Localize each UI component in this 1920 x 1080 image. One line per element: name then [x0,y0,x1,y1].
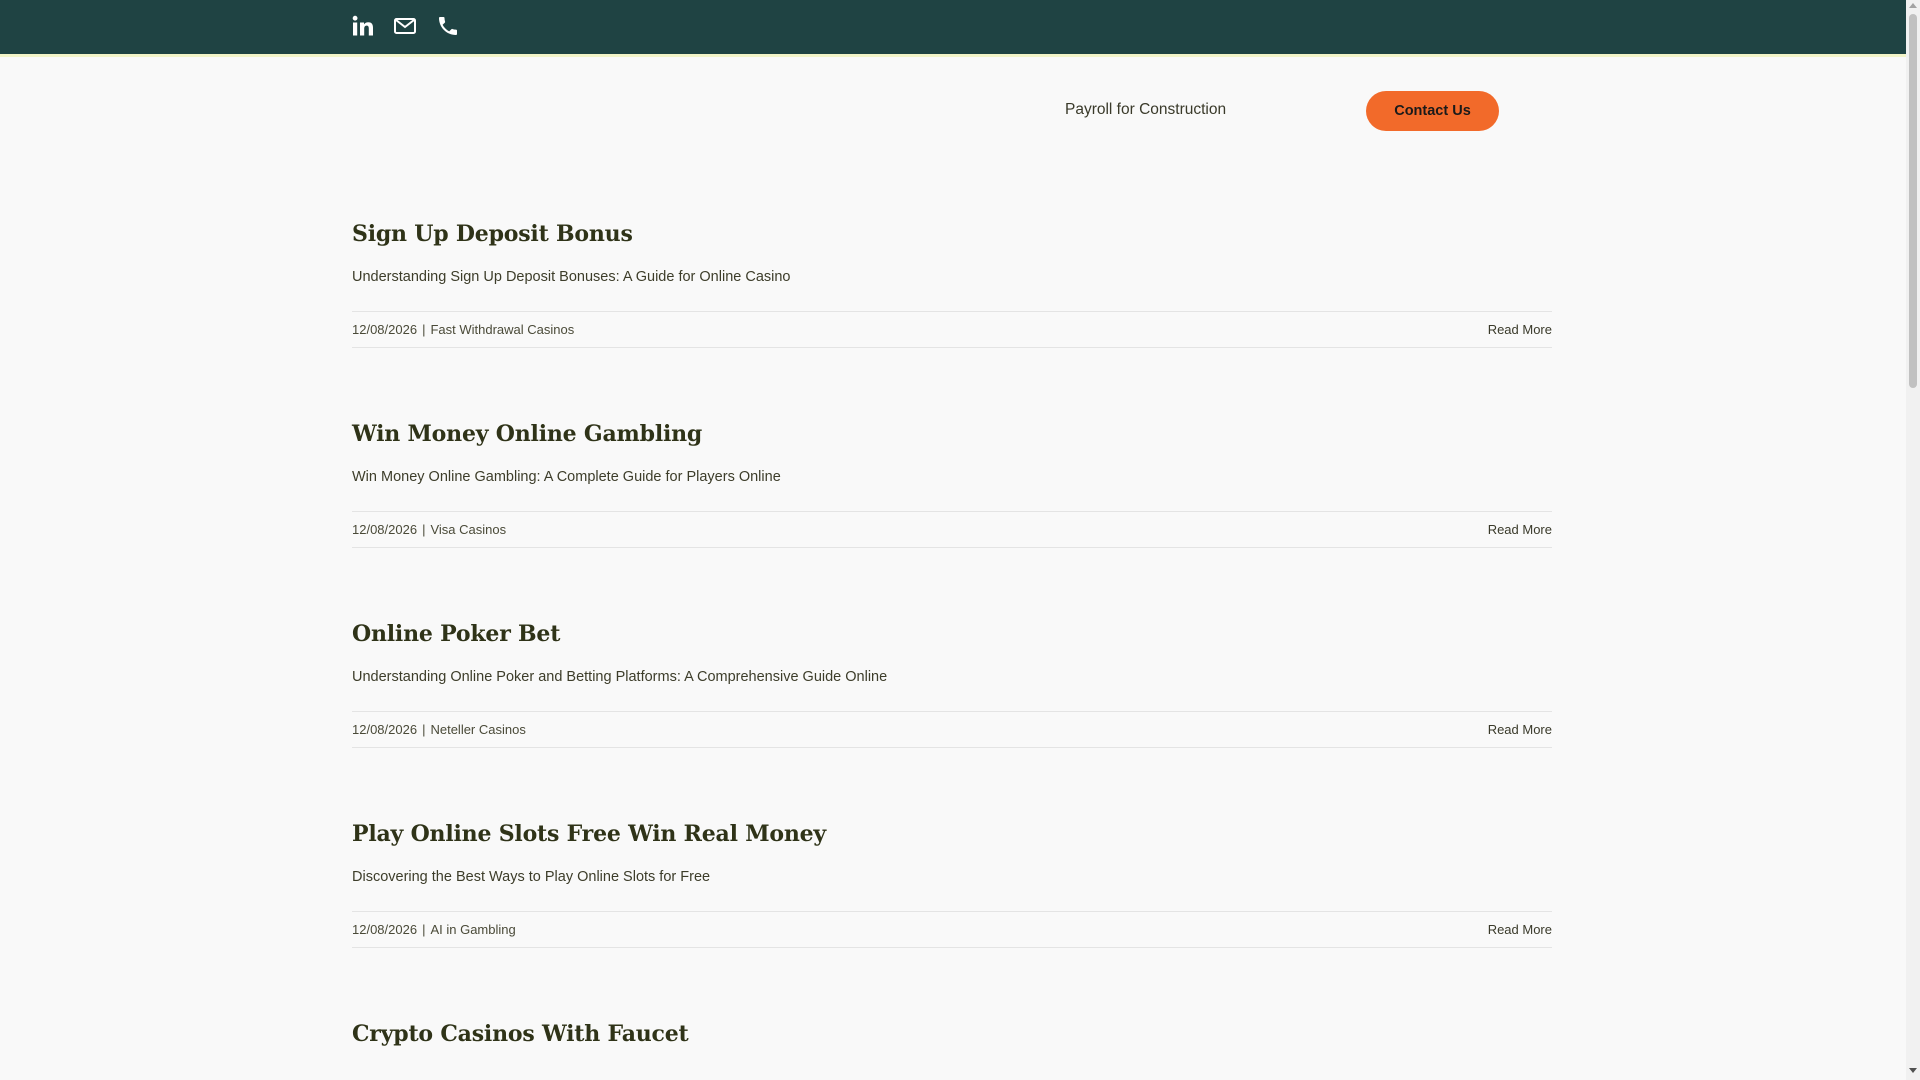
post-date: 12/08/2026 [352,322,418,337]
scroll-down-arrow-icon[interactable] [1909,1068,1917,1073]
meta-separator: | [422,722,426,737]
page-scrollbar[interactable] [1906,0,1920,1080]
phone-icon[interactable] [436,14,460,38]
post-excerpt: Discovering the Best Ways to Play Online… [352,869,711,885]
post-date: 12/08/2026 [352,522,418,537]
read-more-link[interactable]: Read More [1488,312,1552,347]
linkedin-icon[interactable] [351,14,375,38]
post-title[interactable]: Online Poker Bet [352,619,1552,649]
post-category-link[interactable]: Visa Casinos [430,522,506,537]
post-meta: 12/08/2026 | Fast Withdrawal Casinos Read … [352,311,1552,348]
read-more-link[interactable]: Read More [1488,712,1552,747]
post-meta: 12/08/2026 | Visa Casinos Read More [352,511,1552,548]
post-item: Play Online Slots Free Win Real Money Di… [352,819,1552,948]
post-item: Sign Up Deposit Bonus Understanding Sign… [352,219,1552,348]
scroll-up-arrow-icon[interactable] [1909,3,1917,8]
meta-separator: | [422,522,426,537]
post-title[interactable]: Play Online Slots Free Win Real Money [352,819,1552,849]
post-category-link[interactable]: Neteller Casinos [430,722,525,737]
post-date: 12/08/2026 [352,722,418,737]
post-item: Win Money Online Gambling Win Money Onli… [352,419,1552,548]
meta-separator: | [422,322,426,337]
post-excerpt: Understanding Sign Up Deposit Bonuses: A… [352,269,791,285]
mail-icon[interactable] [393,14,417,38]
post-item: Crypto Casinos With Faucet [352,1019,1552,1049]
post-item: Online Poker Bet Understanding Online Po… [352,619,1552,748]
top-bar [0,0,1906,57]
meta-separator: | [422,922,426,937]
post-title[interactable]: Win Money Online Gambling [352,419,1552,449]
post-title[interactable]: Crypto Casinos With Faucet [352,1019,1552,1049]
post-excerpt: Win Money Online Gambling: A Complete Gu… [352,469,781,485]
nav-link-payroll[interactable]: Payroll for Construction [1065,101,1226,119]
post-meta: 12/08/2026 | AI in Gambling Read More [352,911,1552,948]
read-more-link[interactable]: Read More [1488,912,1552,947]
post-category-link[interactable]: AI in Gambling [430,922,515,937]
read-more-link[interactable]: Read More [1488,512,1552,547]
post-meta: 12/08/2026 | Neteller Casinos Read More [352,711,1552,748]
post-category-link[interactable]: Fast Withdrawal Casinos [430,322,574,337]
post-title[interactable]: Sign Up Deposit Bonus [352,219,1552,249]
post-excerpt: Understanding Online Poker and Betting P… [352,669,888,685]
post-date: 12/08/2026 [352,922,418,937]
contact-us-button[interactable]: Contact Us [1366,91,1499,131]
scrollbar-thumb[interactable] [1909,14,1917,388]
